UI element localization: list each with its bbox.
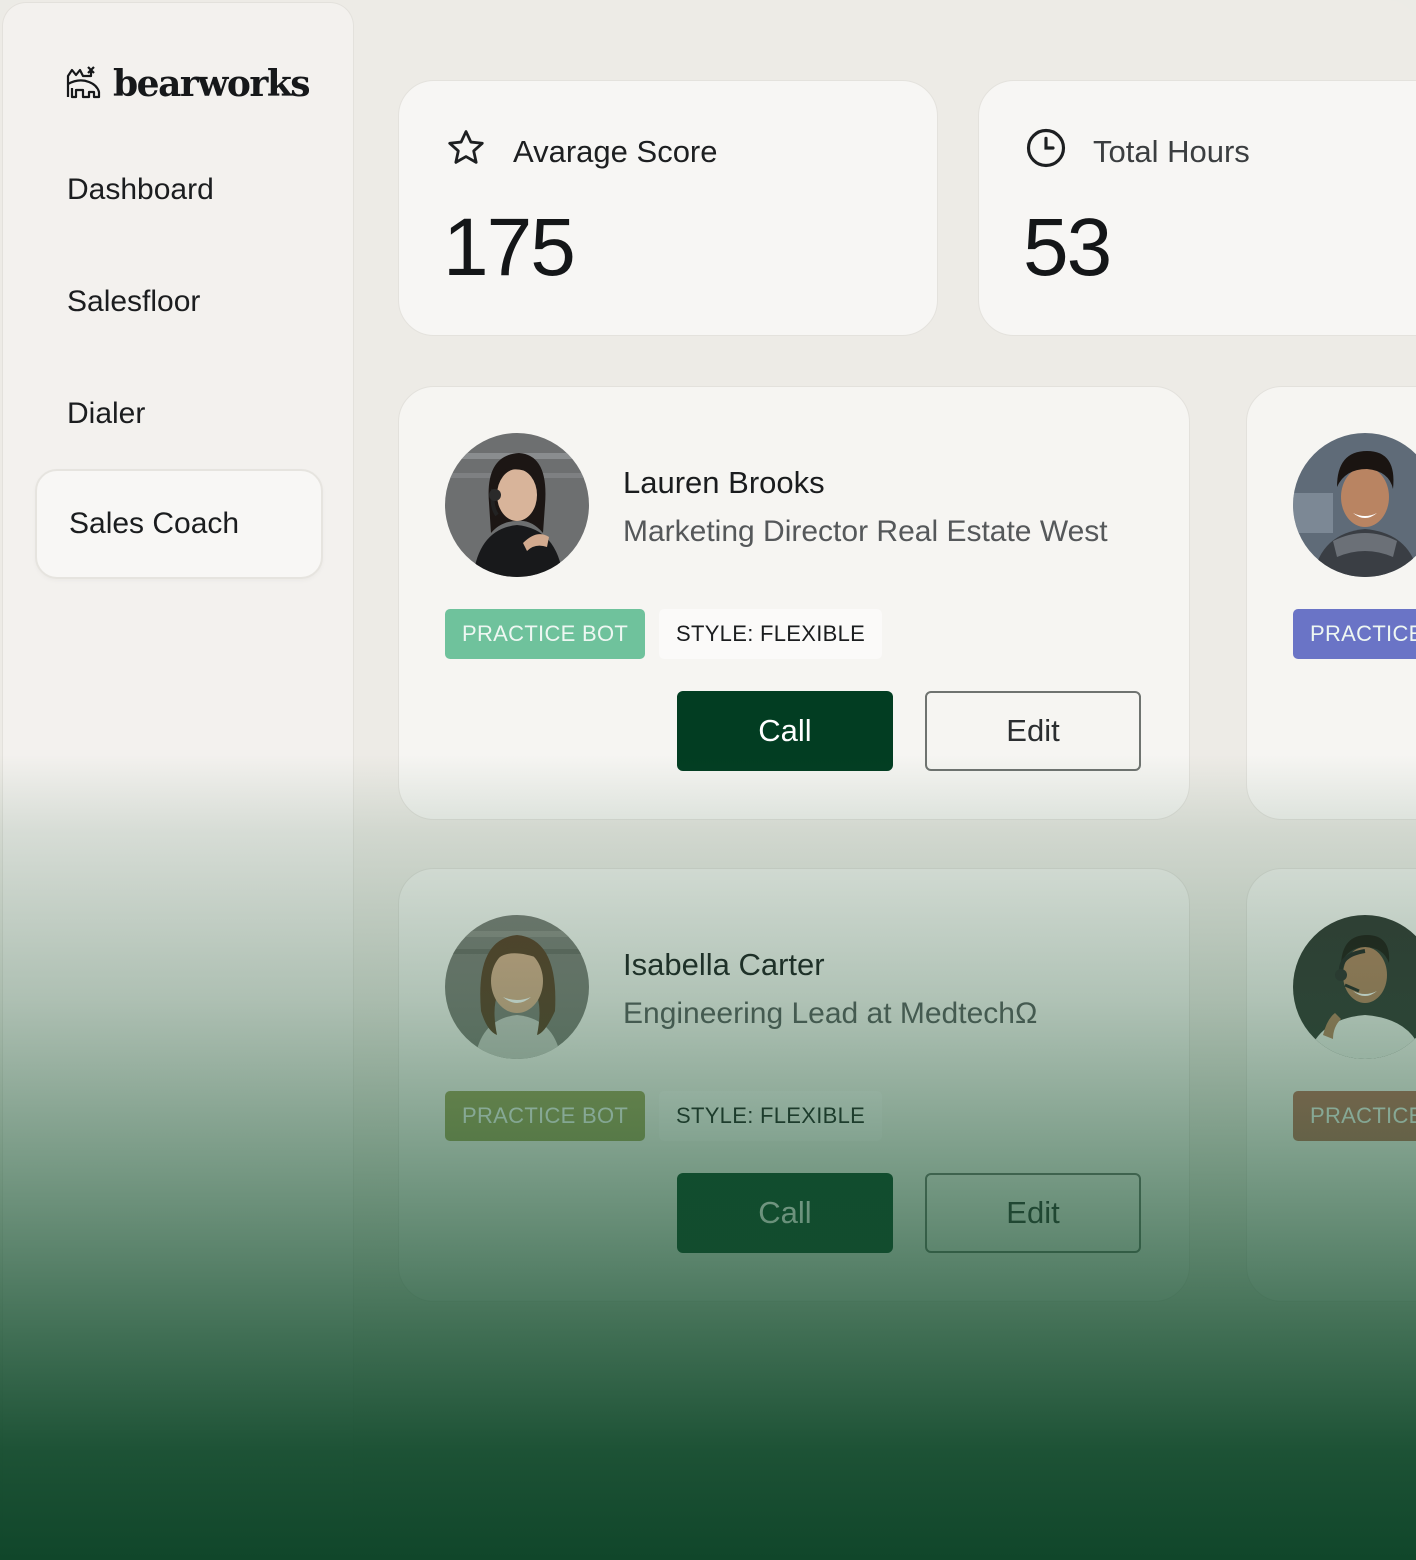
sidebar: bearworks Dashboard Salesfloor Dialer Sa…: [2, 2, 354, 1558]
avatar: [445, 433, 589, 577]
bot-name: Lauren Brooks: [623, 465, 825, 500]
avatar: [1293, 915, 1416, 1059]
practice-bot-badge: PRACTICE BOT: [445, 1091, 646, 1141]
clock-icon: [1025, 127, 1067, 177]
call-button[interactable]: Call: [677, 691, 893, 771]
brand-name: bearworks: [113, 63, 311, 105]
sidebar-item-dialer[interactable]: Dialer: [35, 359, 323, 469]
edit-button[interactable]: Edit: [925, 691, 1141, 771]
sidebar-item-label: Dashboard: [67, 173, 214, 206]
sidebar-item-salesfloor[interactable]: Salesfloor: [35, 247, 323, 357]
stat-card-total-hours: Total Hours 53: [978, 80, 1416, 336]
avatar: [1293, 433, 1416, 577]
practice-bot-badge: PRACTICE BOT: [1293, 609, 1416, 659]
stat-label: Total Hours: [1093, 134, 1250, 169]
sidebar-item-sales-coach[interactable]: Sales Coach: [35, 469, 323, 579]
brand-logo[interactable]: bearworks: [65, 63, 311, 105]
style-badge: STYLE: FLEXIBLE: [659, 609, 883, 659]
practice-bot-badge: PRACTICE BOT: [1293, 1091, 1416, 1141]
bot-card: PRACTICE BOT: [1246, 386, 1416, 820]
avatar: [445, 915, 589, 1059]
bot-card: PRACTICE BOT: [1246, 868, 1416, 1302]
app-window: bearworks Dashboard Salesfloor Dialer Sa…: [0, 0, 1416, 1560]
edit-button[interactable]: Edit: [925, 1173, 1141, 1253]
bot-name: Isabella Carter: [623, 947, 825, 982]
bot-role: Marketing Director Real Estate West: [623, 515, 1108, 548]
call-button[interactable]: Call: [677, 1173, 893, 1253]
sidebar-item-dashboard[interactable]: Dashboard: [35, 135, 323, 245]
bot-card: Lauren Brooks Marketing Director Real Es…: [398, 386, 1190, 820]
stat-label: Avarage Score: [513, 134, 718, 169]
sidebar-item-label: Salesfloor: [67, 285, 201, 318]
stat-value: 53: [1023, 202, 1112, 293]
sidebar-item-label: Sales Coach: [69, 507, 240, 540]
sidebar-item-label: Dialer: [67, 397, 146, 430]
practice-bot-badge: PRACTICE BOT: [445, 609, 646, 659]
stat-value: 175: [443, 202, 576, 293]
stat-card-average-score: Avarage Score 175: [398, 80, 938, 336]
bot-role: Engineering Lead at MedtechΩ: [623, 997, 1038, 1030]
bear-icon: [65, 64, 103, 105]
bot-card: Isabella Carter Engineering Lead at Medt…: [398, 868, 1190, 1302]
star-icon: [445, 127, 487, 177]
style-badge: STYLE: FLEXIBLE: [659, 1091, 883, 1141]
